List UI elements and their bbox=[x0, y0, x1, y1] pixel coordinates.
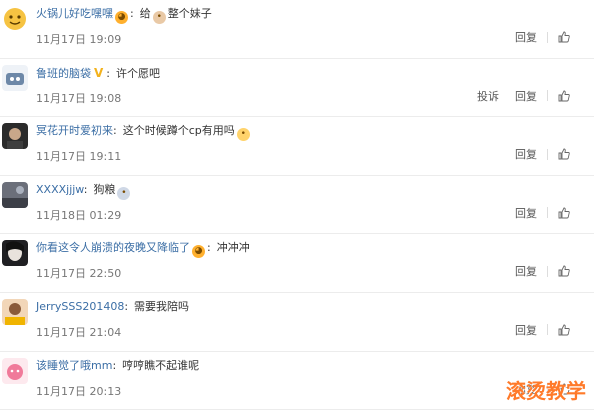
comment-text-2: 整个妹子 bbox=[167, 7, 212, 20]
thumbs-up-icon[interactable] bbox=[558, 148, 570, 160]
comment-time: 11月17日 22:50 bbox=[36, 267, 122, 281]
avatar-image bbox=[2, 357, 28, 384]
comment-item: 火锅儿好吃嘿嘿 ◕: 给 • 整个妹子 11月17日 19:09 回复 bbox=[0, 0, 594, 59]
avatar-image bbox=[2, 240, 28, 267]
doge-emoji-icon: • bbox=[236, 128, 250, 142]
divider bbox=[547, 265, 548, 277]
comment-username[interactable]: 你看这令人崩溃的夜晚又降临了 bbox=[36, 241, 190, 254]
comment-time: 11月17日 19:11 bbox=[36, 150, 122, 164]
avatar[interactable] bbox=[2, 240, 28, 267]
comment-text: 这个时候蹲个cp有用吗 bbox=[122, 124, 235, 138]
thumbs-up-icon[interactable] bbox=[558, 265, 570, 277]
avatar-image bbox=[2, 298, 28, 325]
avatar[interactable] bbox=[2, 298, 28, 325]
reply-link[interactable]: 回复 bbox=[515, 88, 537, 104]
comment-time: 11月18日 01:29 bbox=[36, 208, 122, 222]
emoji-icon: ◕ bbox=[115, 11, 128, 24]
avatar[interactable] bbox=[2, 181, 28, 208]
comment-list: 火锅儿好吃嘿嘿 ◕: 给 • 整个妹子 11月17日 19:09 回复 鲁班的脑袋 V: 许… bbox=[0, 0, 594, 410]
crying-emoji-icon: • bbox=[117, 186, 131, 200]
avatar[interactable] bbox=[2, 357, 28, 384]
thumbs-up-icon[interactable] bbox=[558, 31, 570, 43]
reply-link[interactable]: 回复 bbox=[515, 322, 537, 338]
avatar-image bbox=[2, 181, 28, 208]
comment-text: 狗粮 bbox=[93, 182, 116, 196]
comment-text: 哼哼瞧不起谁呢 bbox=[122, 358, 200, 372]
comment-item: 该睡觉了哦mm: 哼哼瞧不起谁呢 11月17日 20:13 回复 bbox=[0, 352, 594, 410]
thumbs-up-icon[interactable] bbox=[558, 90, 570, 102]
comment-item: 你看这令人崩溃的夜晚又降临了 ◕: 冲冲冲 11月17日 22:50 回复 bbox=[0, 234, 594, 293]
comment-time: 11月17日 19:08 bbox=[36, 91, 122, 105]
thumbs-up-icon[interactable] bbox=[558, 324, 570, 336]
avatar-image bbox=[2, 123, 28, 150]
report-link[interactable]: 投诉 bbox=[477, 88, 499, 104]
verified-badge-icon: V bbox=[94, 65, 104, 80]
comment-username[interactable]: 该睡觉了哦mm bbox=[36, 359, 112, 372]
comment-item: 鲁班的脑袋 V: 许个愿吧 11月17日 19:08 投诉 回复 bbox=[0, 59, 594, 118]
divider bbox=[547, 207, 548, 219]
comment-username[interactable]: 火锅儿好吃嘿嘿 bbox=[36, 7, 113, 20]
comment-username[interactable]: 冥花开时爱初来 bbox=[36, 124, 113, 137]
avatar-image bbox=[2, 64, 28, 91]
comment-text: 需要我陪吗 bbox=[134, 299, 190, 313]
comment-username[interactable]: XXXXjjjw bbox=[36, 183, 84, 196]
reply-link[interactable]: 回复 bbox=[515, 205, 537, 221]
comment-username[interactable]: JerrySSS201408 bbox=[36, 300, 124, 313]
comment-text: 冲冲冲 bbox=[216, 241, 250, 255]
comment-username[interactable]: 鲁班的脑袋 bbox=[36, 67, 91, 80]
avatar[interactable] bbox=[2, 123, 28, 150]
reply-link[interactable]: 回复 bbox=[515, 146, 537, 162]
divider bbox=[547, 31, 548, 43]
reply-link[interactable]: 回复 bbox=[515, 29, 537, 45]
emoji-icon: ◕ bbox=[192, 245, 205, 259]
thumbs-up-icon[interactable] bbox=[558, 207, 570, 219]
comment-text: 许个愿吧 bbox=[116, 66, 161, 80]
avatar[interactable] bbox=[2, 64, 28, 91]
divider bbox=[547, 324, 548, 336]
divider bbox=[547, 148, 548, 160]
comment-item: JerrySSS201408: 需要我陪吗 11月17日 21:04 回复 bbox=[0, 293, 594, 352]
watermark: 滚烫教学 bbox=[506, 379, 586, 403]
comment-time: 11月17日 20:13 bbox=[36, 384, 122, 398]
comment-time: 11月17日 19:09 bbox=[36, 33, 122, 46]
avatar-emoji-icon bbox=[2, 6, 28, 32]
comment-item: XXXXjjjw: 狗粮 • 11月18日 01:29 回复 bbox=[0, 176, 594, 235]
divider bbox=[547, 90, 548, 102]
comment-item: 冥花开时爱初来: 这个时候蹲个cp有用吗 • 11月17日 19:11 回复 bbox=[0, 117, 594, 176]
comment-text: 给 bbox=[139, 7, 151, 20]
reply-link[interactable]: 回复 bbox=[515, 263, 537, 279]
monkey-emoji-icon: • bbox=[152, 11, 166, 24]
comment-time: 11月17日 21:04 bbox=[36, 325, 122, 339]
avatar[interactable] bbox=[2, 6, 28, 32]
